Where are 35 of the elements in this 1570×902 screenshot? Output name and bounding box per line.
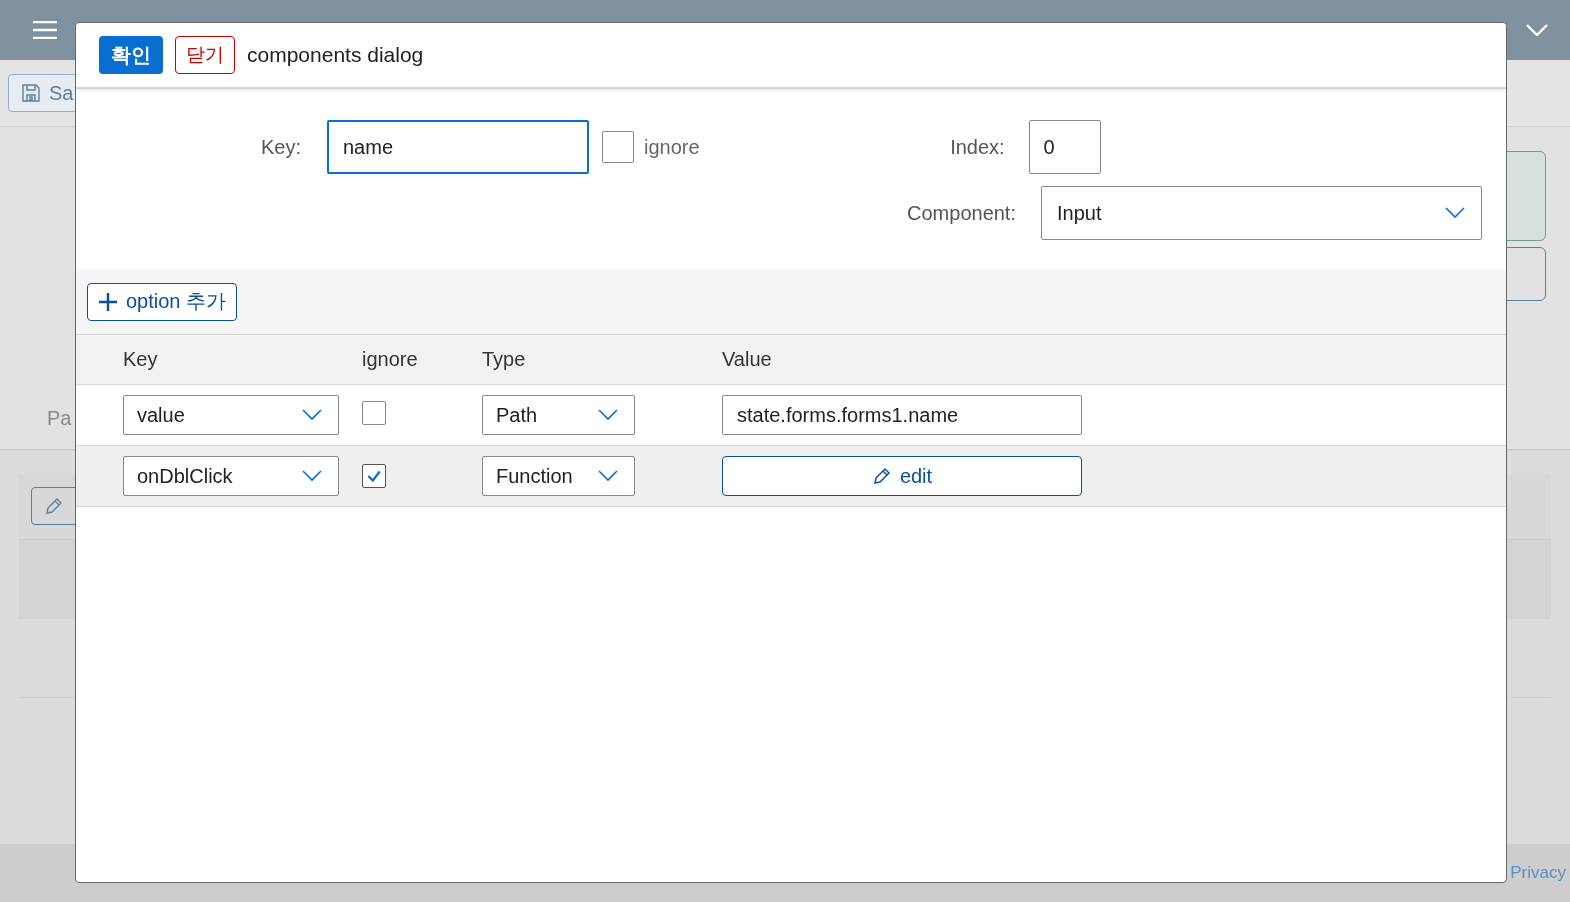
chevron-down-icon	[302, 470, 322, 482]
column-header: Value	[722, 348, 773, 371]
component-select[interactable]: Input	[1041, 186, 1482, 240]
component-label: Component:	[906, 201, 1016, 225]
ignore-checkbox[interactable]	[602, 131, 634, 163]
confirm-button[interactable]: 확인	[99, 36, 163, 74]
chevron-down-icon	[1445, 207, 1465, 219]
index-input[interactable]: 0	[1028, 120, 1101, 174]
chevron-down-icon[interactable]	[1526, 24, 1548, 36]
key-input[interactable]: name	[327, 120, 589, 174]
ignore-checkbox[interactable]	[362, 463, 386, 488]
chevron-down-icon	[598, 470, 618, 482]
key-select[interactable]: onDblClick	[123, 456, 339, 496]
value-input[interactable]: state.forms.forms1.name	[722, 395, 1082, 435]
type-select[interactable]: Function	[482, 456, 635, 496]
pencil-icon	[871, 466, 892, 486]
edit-button[interactable]: edit	[722, 456, 1082, 496]
chevron-down-icon	[302, 409, 322, 421]
key-select[interactable]: value	[123, 395, 339, 435]
add-option-button[interactable]: option 추가	[87, 282, 238, 321]
chevron-down-icon	[598, 409, 618, 421]
menu-icon[interactable]	[33, 21, 57, 39]
close-button[interactable]: 닫기	[175, 36, 235, 74]
dialog-title: components dialog	[247, 43, 424, 67]
pencil-icon	[44, 496, 64, 516]
plus-icon	[98, 291, 118, 312]
key-label: Key:	[259, 135, 301, 159]
type-select[interactable]: Path	[482, 395, 635, 435]
ignore-checkbox[interactable]	[362, 401, 386, 425]
ignore-label: ignore	[644, 135, 700, 159]
column-header: Key	[123, 348, 159, 371]
field-label: Pa	[47, 407, 72, 430]
index-label: Index:	[949, 135, 1005, 159]
column-header: Type	[482, 348, 527, 371]
column-header: ignore	[362, 348, 419, 371]
